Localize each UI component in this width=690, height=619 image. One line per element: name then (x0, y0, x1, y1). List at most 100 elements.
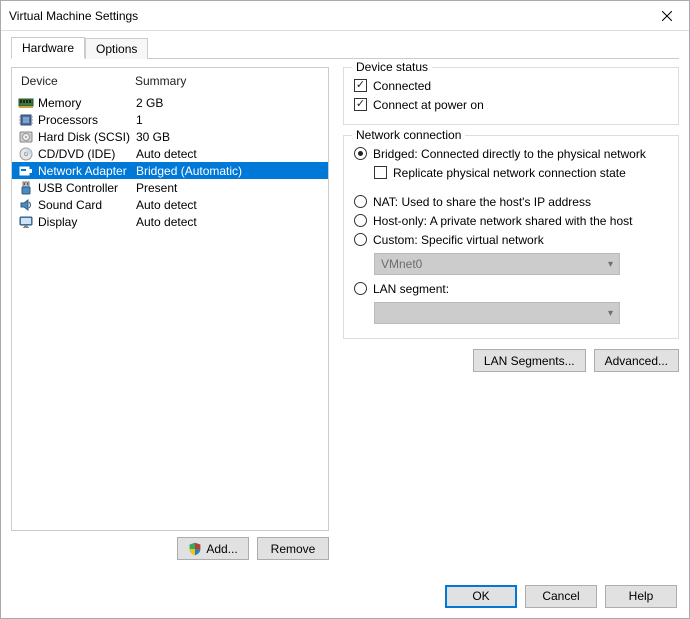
lan-segments-button[interactable]: LAN Segments... (473, 349, 586, 372)
connected-label: Connected (373, 79, 431, 93)
tab-hardware[interactable]: Hardware (11, 37, 85, 59)
replicate-checkbox[interactable] (374, 166, 387, 179)
cancel-button[interactable]: Cancel (525, 585, 597, 608)
replicate-checkbox-row[interactable]: Replicate physical network connection st… (374, 163, 668, 182)
device-summary: Auto detect (136, 215, 322, 229)
display-icon (18, 214, 34, 230)
device-name: Hard Disk (SCSI) (38, 130, 136, 144)
device-row-cpu[interactable]: Processors1 (12, 111, 328, 128)
bridged-radio-row[interactable]: Bridged: Connected directly to the physi… (354, 144, 668, 163)
device-list-buttons: Add... Remove (11, 537, 329, 560)
advanced-label: Advanced... (605, 354, 668, 368)
network-connection-group: Network connection Bridged: Connected di… (343, 135, 679, 339)
chevron-down-icon: ▾ (608, 259, 613, 270)
device-summary: Present (136, 181, 322, 195)
device-summary: Auto detect (136, 147, 322, 161)
device-name: Sound Card (38, 198, 136, 212)
hdd-icon (18, 129, 34, 145)
chevron-down-icon: ▾ (608, 308, 613, 319)
connect-poweron-checkbox-row[interactable]: Connect at power on (354, 95, 668, 114)
add-button[interactable]: Add... (177, 537, 249, 560)
vm-settings-window: Virtual Machine Settings Hardware Option… (0, 0, 690, 619)
network-connection-legend: Network connection (352, 128, 465, 142)
device-summary: Bridged (Automatic) (136, 164, 322, 178)
connect-poweron-label: Connect at power on (373, 98, 484, 112)
add-button-label: Add... (206, 542, 237, 556)
device-status-legend: Device status (352, 60, 432, 74)
device-summary: 1 (136, 113, 322, 127)
memory-icon (18, 95, 34, 111)
device-row-nic[interactable]: Network AdapterBridged (Automatic) (12, 162, 328, 179)
advanced-button[interactable]: Advanced... (594, 349, 679, 372)
remove-button-label: Remove (271, 542, 316, 556)
custom-vmnet-value: VMnet0 (381, 257, 422, 271)
device-status-group: Device status Connected Connect at power… (343, 67, 679, 125)
device-name: Processors (38, 113, 136, 127)
content-area: Hardware Options Device Summary Memory2 … (1, 31, 689, 574)
tab-options[interactable]: Options (85, 38, 148, 59)
device-row-usb[interactable]: USB ControllerPresent (12, 179, 328, 196)
connect-poweron-checkbox[interactable] (354, 98, 367, 111)
column-header-summary[interactable]: Summary (135, 74, 320, 88)
device-name: Display (38, 215, 136, 229)
device-name: Memory (38, 96, 136, 110)
device-row-cd[interactable]: CD/DVD (IDE)Auto detect (12, 145, 328, 162)
right-pane: Device status Connected Connect at power… (343, 67, 679, 566)
connected-checkbox-row[interactable]: Connected (354, 76, 668, 95)
custom-radio[interactable] (354, 233, 367, 246)
lan-segments-label: LAN Segments... (484, 354, 575, 368)
nat-radio-row[interactable]: NAT: Used to share the host's IP address (354, 192, 668, 211)
nat-label: NAT: Used to share the host's IP address (373, 195, 591, 209)
device-summary: Auto detect (136, 198, 322, 212)
custom-label: Custom: Specific virtual network (373, 233, 544, 247)
device-row-memory[interactable]: Memory2 GB (12, 94, 328, 111)
replicate-label: Replicate physical network connection st… (393, 166, 626, 180)
tab-strip: Hardware Options (11, 37, 679, 59)
device-row-sound[interactable]: Sound CardAuto detect (12, 196, 328, 213)
device-summary: 30 GB (136, 130, 322, 144)
device-row-display[interactable]: DisplayAuto detect (12, 213, 328, 230)
right-buttons: LAN Segments... Advanced... (343, 349, 679, 372)
lansegment-radio-row[interactable]: LAN segment: (354, 279, 668, 298)
close-button[interactable] (644, 1, 689, 30)
ok-button[interactable]: OK (445, 585, 517, 608)
lansegment-radio[interactable] (354, 282, 367, 295)
titlebar: Virtual Machine Settings (1, 1, 689, 31)
dialog-footer: OK Cancel Help (1, 574, 689, 618)
device-row-hdd[interactable]: Hard Disk (SCSI)30 GB (12, 128, 328, 145)
device-summary: 2 GB (136, 96, 322, 110)
device-name: CD/DVD (IDE) (38, 147, 136, 161)
cd-icon (18, 146, 34, 162)
shield-icon (188, 542, 202, 556)
lansegment-label: LAN segment: (373, 282, 449, 296)
hostonly-label: Host-only: A private network shared with… (373, 214, 632, 228)
nat-radio[interactable] (354, 195, 367, 208)
cancel-label: Cancel (542, 589, 579, 603)
lansegment-combo: ▾ (374, 302, 620, 324)
bridged-radio[interactable] (354, 147, 367, 160)
connected-checkbox[interactable] (354, 79, 367, 92)
left-pane: Device Summary Memory2 GBProcessors1Hard… (11, 67, 329, 566)
bridged-label: Bridged: Connected directly to the physi… (373, 147, 646, 161)
cpu-icon (18, 112, 34, 128)
nic-icon (18, 163, 34, 179)
usb-icon (18, 180, 34, 196)
custom-vmnet-combo: VMnet0 ▾ (374, 253, 620, 275)
device-list-header: Device Summary (12, 68, 328, 94)
hostonly-radio-row[interactable]: Host-only: A private network shared with… (354, 211, 668, 230)
remove-button[interactable]: Remove (257, 537, 329, 560)
device-list: Device Summary Memory2 GBProcessors1Hard… (11, 67, 329, 531)
custom-radio-row[interactable]: Custom: Specific virtual network (354, 230, 668, 249)
hostonly-radio[interactable] (354, 214, 367, 227)
device-name: Network Adapter (38, 164, 136, 178)
help-button[interactable]: Help (605, 585, 677, 608)
help-label: Help (629, 589, 654, 603)
tab-body: Device Summary Memory2 GBProcessors1Hard… (11, 59, 679, 574)
device-name: USB Controller (38, 181, 136, 195)
column-header-device[interactable]: Device (20, 74, 135, 88)
sound-icon (18, 197, 34, 213)
device-rows: Memory2 GBProcessors1Hard Disk (SCSI)30 … (12, 94, 328, 230)
window-title: Virtual Machine Settings (9, 9, 138, 23)
ok-label: OK (472, 589, 489, 603)
close-icon (662, 11, 672, 21)
